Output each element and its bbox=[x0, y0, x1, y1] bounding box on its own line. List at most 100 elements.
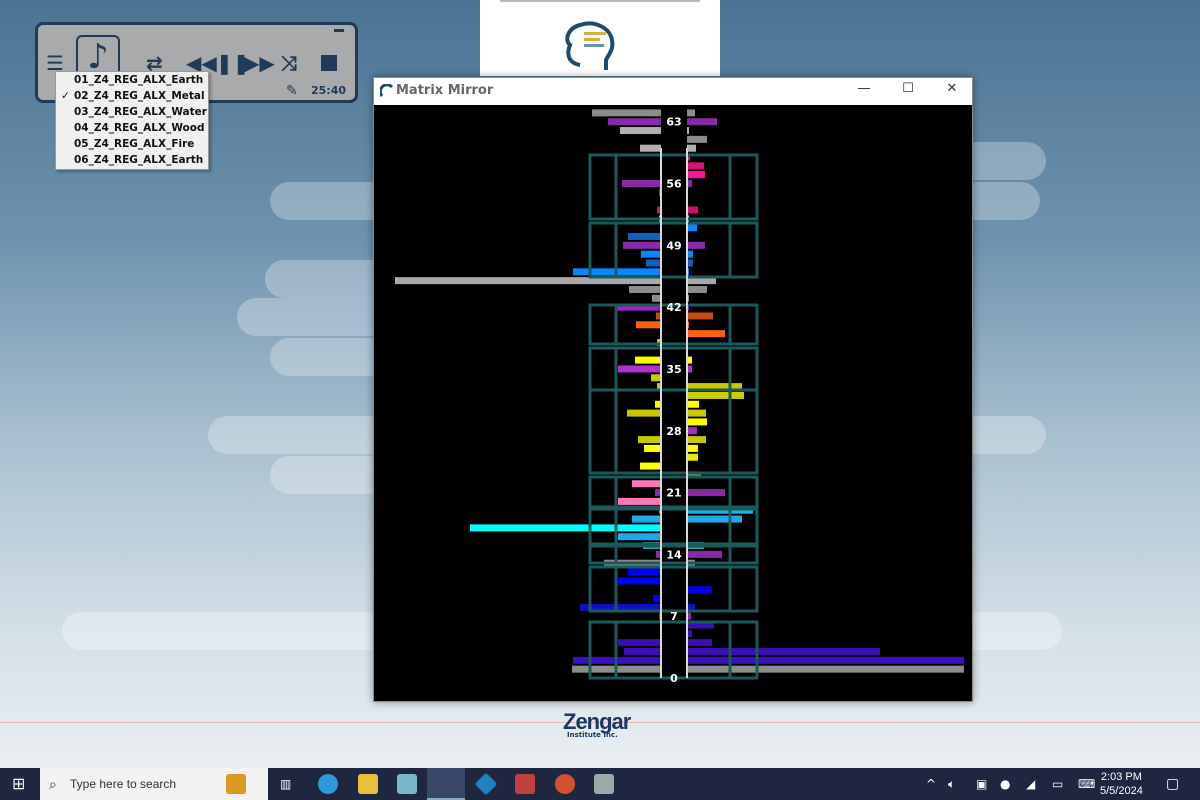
playlist-item-label: 03_Z4_REG_ALX_Water bbox=[74, 106, 207, 118]
playlist-item[interactable]: 06_Z4_REG_ALX_Earth bbox=[56, 152, 208, 168]
battery-icon[interactable]: ▭ bbox=[1052, 768, 1063, 800]
bar-right bbox=[687, 241, 705, 249]
close-button[interactable]: ✕ bbox=[930, 81, 974, 101]
edge-icon[interactable] bbox=[318, 774, 338, 794]
bar-left bbox=[638, 436, 661, 444]
bar-right bbox=[687, 135, 707, 143]
bar-right bbox=[687, 409, 706, 417]
playlist-item[interactable]: 03_Z4_REG_ALX_Water bbox=[56, 104, 208, 120]
bar-left bbox=[618, 639, 661, 647]
bar-left bbox=[632, 515, 661, 523]
row-label: 21 bbox=[666, 487, 681, 500]
bar-right bbox=[687, 515, 742, 523]
playlist-item-label: 01_Z4_REG_ALX_Earth bbox=[74, 74, 204, 86]
bar-left bbox=[629, 285, 661, 293]
shuffle-icon[interactable]: ⤨ bbox=[281, 51, 297, 75]
app-diamond-icon[interactable] bbox=[474, 772, 498, 796]
matrix-chart: 63 56 49 42 35 28 21 14 7 0 bbox=[395, 109, 964, 685]
row-label: 42 bbox=[666, 301, 681, 314]
background-window bbox=[480, 0, 720, 76]
row-label: 49 bbox=[666, 239, 681, 252]
time: 2:03 PM bbox=[1100, 771, 1142, 783]
bar-right bbox=[687, 489, 725, 497]
clock[interactable]: 2:03 PM 5/5/2024 bbox=[1100, 770, 1143, 798]
bar-right bbox=[687, 285, 707, 293]
row-label: 56 bbox=[666, 178, 682, 191]
row-label: 14 bbox=[666, 548, 682, 561]
windows-start-icon[interactable]: ⊞ bbox=[12, 768, 25, 800]
playlist-menu: 01_Z4_REG_ALX_Earth ✓ 02_Z4_REG_ALX_Metal 0… bbox=[55, 71, 209, 170]
bar-right bbox=[687, 171, 705, 179]
playlist-item-label: 06_Z4_REG_ALX_Earth bbox=[74, 154, 204, 166]
bar-left bbox=[618, 577, 661, 585]
bar-right bbox=[687, 400, 699, 408]
bar-right bbox=[687, 444, 698, 452]
briefcase-icon[interactable] bbox=[226, 774, 246, 794]
bar-left bbox=[636, 321, 661, 329]
bar-left bbox=[653, 595, 661, 603]
zengar-subtitle: Institute Inc. bbox=[567, 731, 618, 739]
chevron-up-icon[interactable]: ^ bbox=[926, 768, 936, 800]
bar-right bbox=[687, 453, 698, 461]
bar-right bbox=[687, 436, 706, 444]
brain-head-logo bbox=[500, 0, 700, 70]
app-chart-icon[interactable] bbox=[515, 774, 535, 794]
row-label: 35 bbox=[666, 363, 681, 376]
bar-left bbox=[644, 444, 661, 452]
keyboard-icon[interactable]: ⌨ bbox=[1078, 768, 1095, 800]
playlist-item[interactable]: 04_Z4_REG_ALX_Wood bbox=[56, 120, 208, 136]
bar-left bbox=[618, 497, 661, 505]
matrix-mirror-taskbar-icon[interactable] bbox=[427, 768, 465, 800]
row-label: 0 bbox=[670, 672, 678, 685]
playlist-item-label: 02_Z4_REG_ALX_Metal bbox=[74, 90, 205, 102]
bar-left bbox=[632, 480, 661, 488]
minimize-button[interactable]: — bbox=[842, 81, 886, 101]
minimize-icon[interactable] bbox=[334, 29, 344, 32]
snipping-tool-icon[interactable] bbox=[555, 774, 575, 794]
bar-left bbox=[627, 409, 661, 417]
date: 5/5/2024 bbox=[1100, 785, 1143, 797]
bar-left bbox=[646, 259, 661, 267]
bar-right bbox=[687, 427, 697, 435]
bar-left bbox=[470, 524, 661, 532]
bar-left bbox=[651, 374, 661, 382]
playlist-item[interactable]: 05_Z4_REG_ALX_Fire bbox=[56, 136, 208, 152]
bar-left bbox=[592, 109, 661, 117]
camera-icon[interactable] bbox=[594, 774, 614, 794]
title-bar: Matrix Mirror — ☐ ✕ bbox=[374, 78, 972, 105]
task-view-icon[interactable]: ▥ bbox=[280, 768, 291, 800]
bar-right bbox=[687, 118, 717, 126]
time-display: 25:40 bbox=[311, 84, 347, 97]
bar-left bbox=[624, 648, 661, 656]
bar-left bbox=[635, 356, 661, 364]
wifi-icon[interactable]: ◢ bbox=[1026, 768, 1035, 800]
notifications-icon[interactable]: ▢ bbox=[1166, 768, 1179, 800]
microphone-icon[interactable]: ● bbox=[1000, 768, 1010, 800]
file-explorer-icon[interactable] bbox=[358, 774, 378, 794]
volume-icon[interactable]: 🔈︎ bbox=[948, 768, 955, 800]
bar-right bbox=[687, 391, 744, 399]
bar-left bbox=[628, 568, 661, 576]
notes-app-icon[interactable] bbox=[397, 774, 417, 794]
bar-right bbox=[687, 418, 707, 426]
fast-forward-icon[interactable]: ▶▶ bbox=[244, 51, 275, 75]
edit-icon[interactable]: ✎ bbox=[286, 83, 298, 99]
meet-icon[interactable]: ▣ bbox=[976, 768, 987, 800]
bar-right bbox=[687, 206, 698, 214]
stop-icon[interactable] bbox=[321, 55, 337, 71]
maximize-button[interactable]: ☐ bbox=[886, 81, 930, 101]
playlist-item[interactable]: 01_Z4_REG_ALX_Earth bbox=[56, 72, 208, 88]
bar-right bbox=[687, 109, 695, 117]
bar-left bbox=[618, 365, 661, 373]
row-label: 63 bbox=[666, 116, 681, 129]
bar-right bbox=[687, 127, 689, 135]
playlist-item-label: 05_Z4_REG_ALX_Fire bbox=[74, 138, 195, 150]
bar-right bbox=[687, 550, 722, 558]
bar-left bbox=[640, 462, 661, 470]
matrix-mirror-window: Matrix Mirror — ☐ ✕ 63 56 49 42 35 28 21 14 7 0 bbox=[373, 77, 973, 702]
bar-left bbox=[622, 180, 661, 188]
bar-right bbox=[687, 648, 880, 656]
search-icon: ⌕ bbox=[49, 776, 57, 792]
bar-right bbox=[687, 312, 713, 320]
playlist-item[interactable]: ✓ 02_Z4_REG_ALX_Metal bbox=[56, 88, 208, 104]
